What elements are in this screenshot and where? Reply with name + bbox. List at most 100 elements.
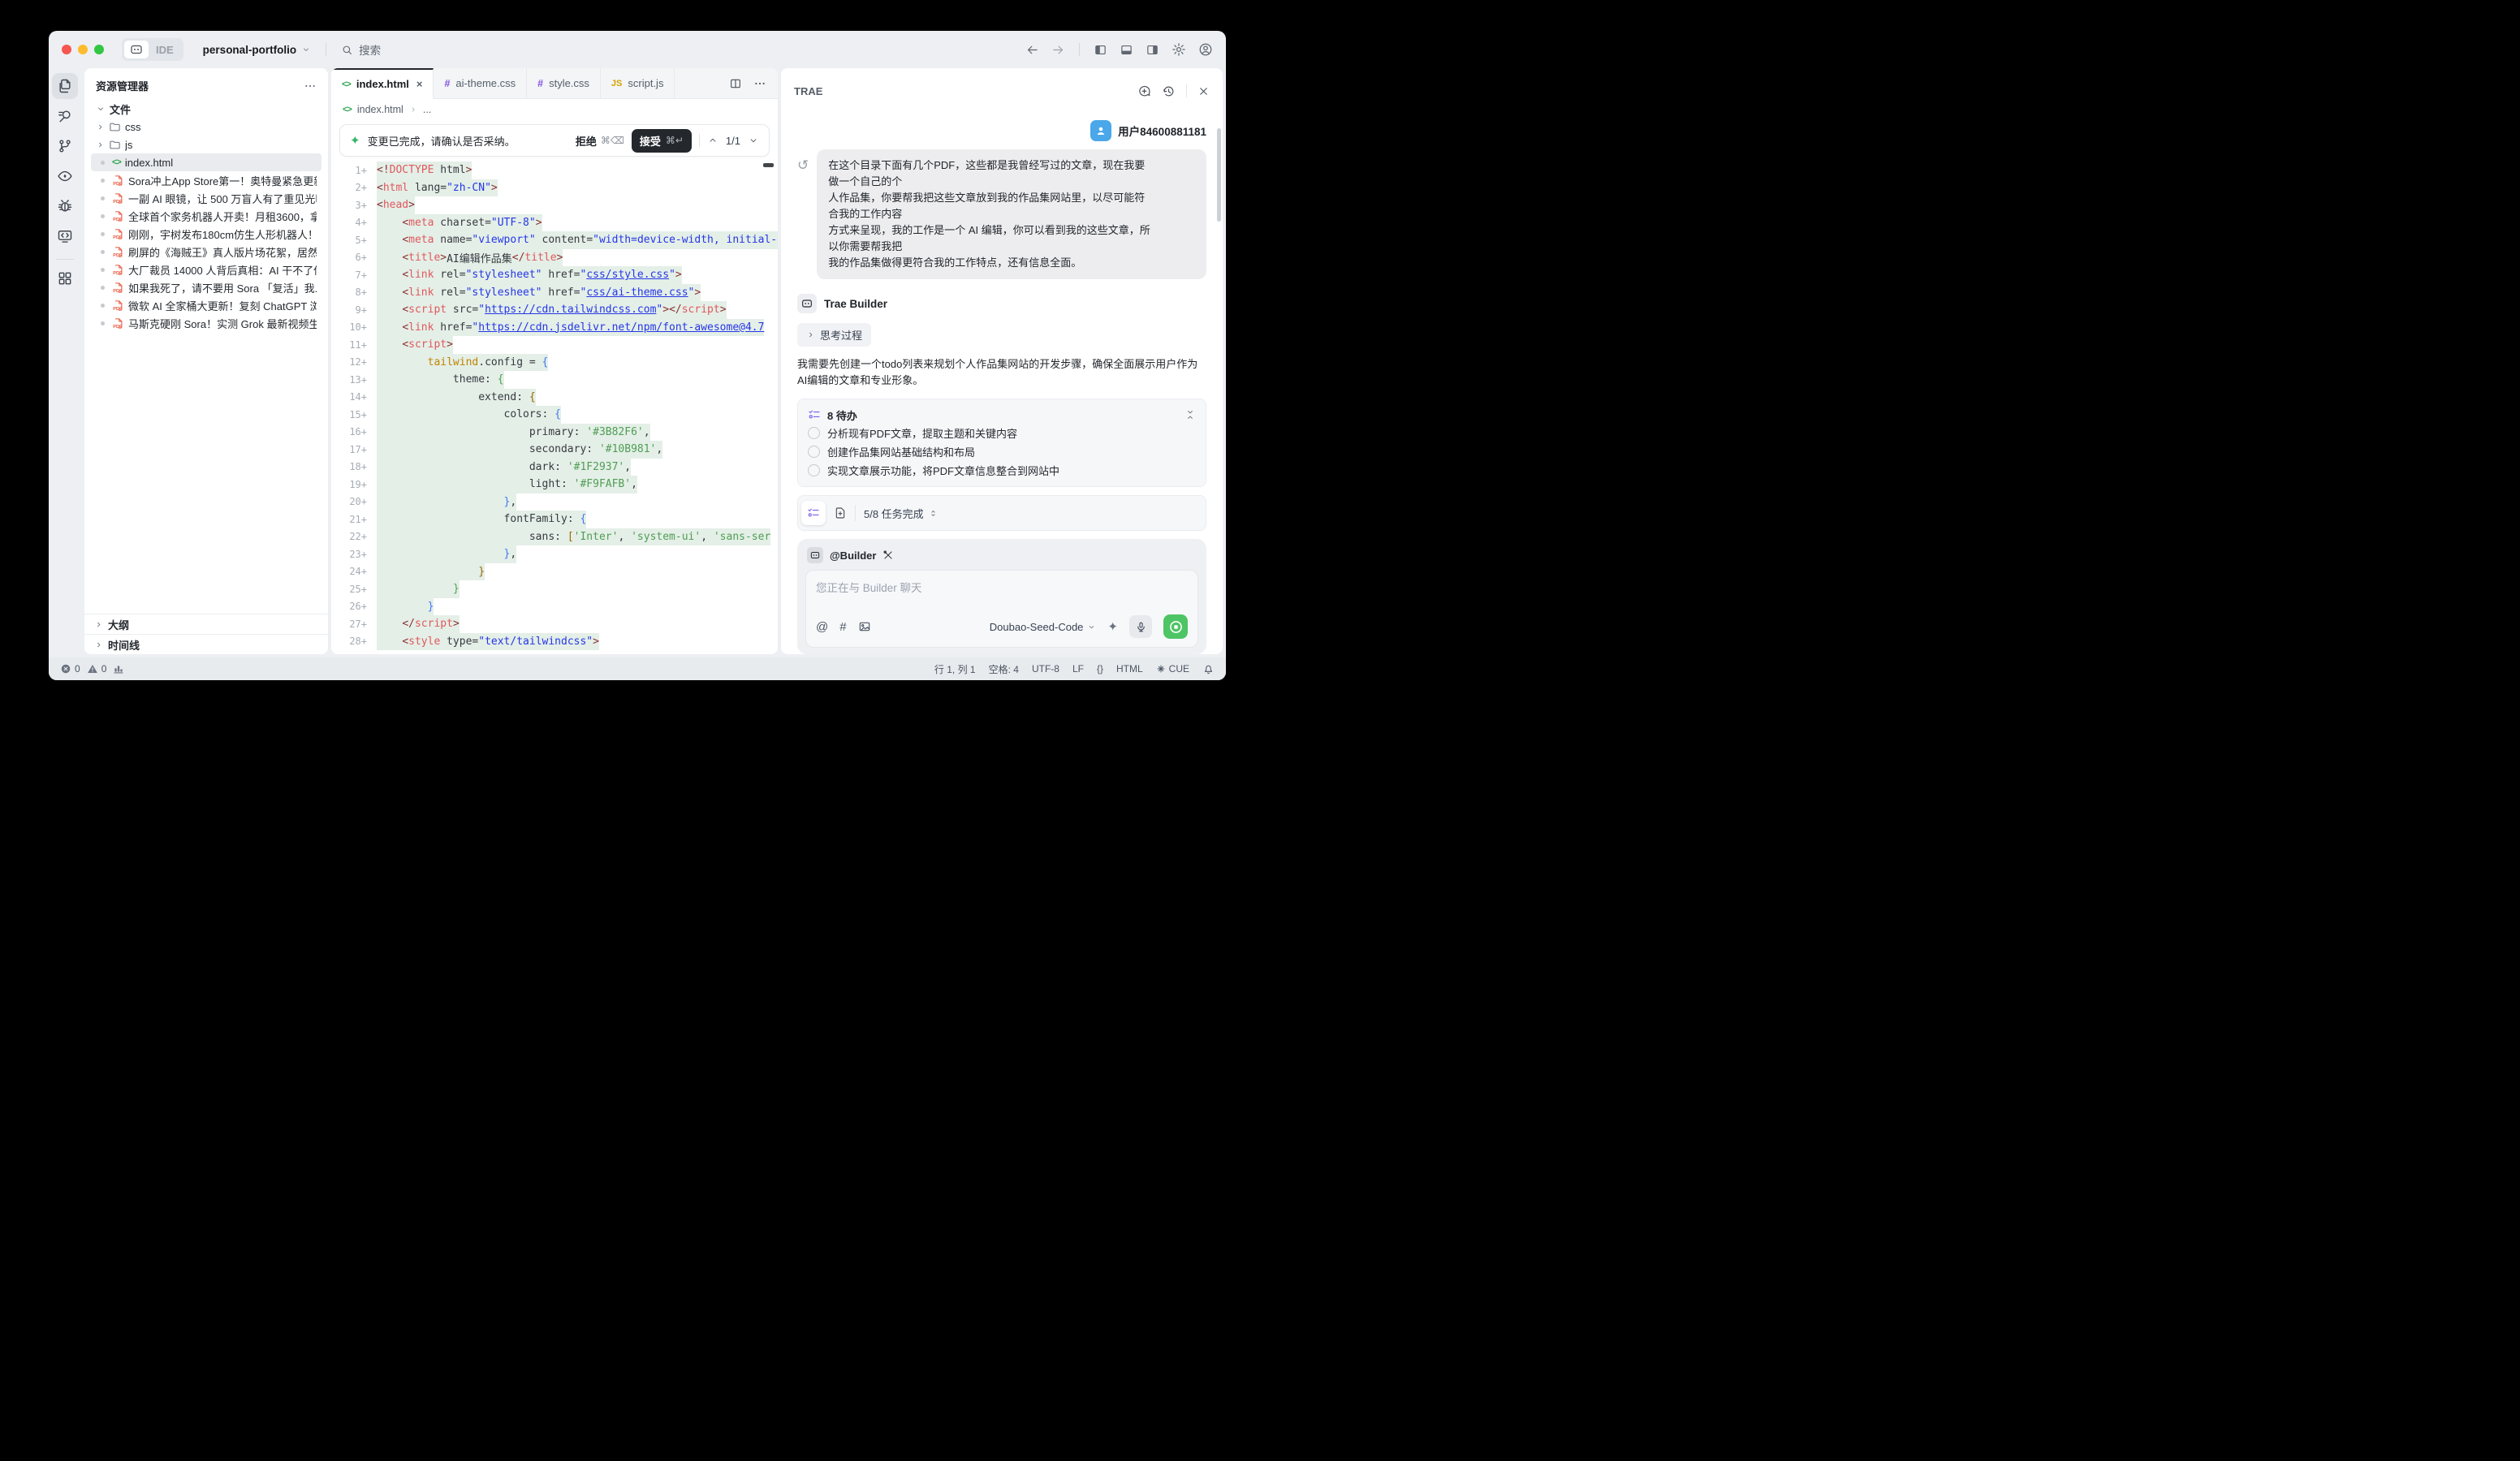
nav-forward-icon[interactable] [1051, 43, 1065, 57]
activitybar-source-control[interactable] [52, 133, 78, 159]
file-pdf[interactable]: 全球首个家务机器人开卖！月租3600，拿... [91, 207, 321, 225]
file-pdf[interactable]: 如果我死了，请不要用 Sora 「复活」我.pdf [91, 278, 321, 296]
encoding[interactable]: UTF-8 [1032, 663, 1059, 674]
global-search-button[interactable]: 搜索 [341, 41, 381, 58]
voice-input-button[interactable] [1129, 615, 1152, 638]
code-line[interactable]: 17+ secondary: '#10B981', [331, 441, 778, 459]
code-line[interactable]: 4+ <meta charset="UTF-8"> [331, 214, 778, 232]
code-line[interactable]: 5+ <meta name="viewport" content="width=… [331, 231, 778, 249]
stop-send-button[interactable] [1163, 614, 1188, 639]
code-line[interactable]: 1+<!DOCTYPE html> [331, 162, 778, 179]
code-line[interactable]: 22+ sans: ['Inter', 'system-ui', 'sans-s… [331, 528, 778, 546]
breadcrumb[interactable]: <> index.html ... [331, 99, 778, 120]
activitybar-search[interactable] [52, 103, 78, 129]
close-window-button[interactable] [62, 45, 71, 54]
indent-setting[interactable]: 空格: 4 [989, 662, 1019, 676]
document-icon[interactable] [834, 506, 847, 519]
notifications-bell-icon[interactable] [1202, 663, 1215, 675]
warnings-status[interactable]: 0 [87, 663, 107, 674]
code-line[interactable]: 24+ } [331, 563, 778, 581]
mention-icon[interactable]: @ [816, 620, 828, 634]
explorer-more-icon[interactable] [304, 80, 317, 93]
file-pdf[interactable]: Sora冲上App Store第一！奥特曼紧急更新... [91, 171, 321, 189]
code-line[interactable]: 20+ }, [331, 493, 778, 511]
activitybar-remote[interactable] [52, 223, 78, 249]
editor-more-icon[interactable] [753, 77, 766, 90]
tab-style-css[interactable]: # style.css [527, 68, 601, 98]
file-pdf[interactable]: 刚刚，宇树发布180cm仿生人形机器人！... [91, 225, 321, 243]
tab-ai-theme-css[interactable]: # ai-theme.css [434, 68, 527, 98]
code-line[interactable]: 27+ </script> [331, 615, 778, 633]
code-line[interactable]: 15+ colors: { [331, 406, 778, 424]
code-line[interactable]: 25+ } [331, 580, 778, 598]
outline-section[interactable]: 大纲 [84, 614, 328, 634]
agent-mention[interactable]: @Builder [830, 549, 876, 562]
code-line[interactable]: 12+ tailwind.config = { [331, 354, 778, 372]
folder-css[interactable]: css [91, 118, 321, 136]
project-switcher[interactable]: personal-portfolio [203, 44, 312, 56]
account-icon[interactable] [1198, 42, 1213, 57]
previous-change-icon[interactable] [707, 135, 718, 146]
files-section-header[interactable]: 文件 [91, 100, 321, 118]
timeline-section[interactable]: 时间线 [84, 634, 328, 654]
code-line[interactable]: 11+ <script> [331, 336, 778, 354]
chat-scrollbar-thumb[interactable] [1217, 128, 1221, 222]
toggle-right-panel-icon[interactable] [1146, 43, 1159, 57]
code-line[interactable]: 16+ primary: '#3B82F6', [331, 424, 778, 442]
tools-icon[interactable] [882, 549, 894, 561]
close-panel-icon[interactable] [1197, 85, 1210, 97]
code-line[interactable]: 7+ <link rel="stylesheet" href="css/styl… [331, 266, 778, 284]
todo-checkbox[interactable] [808, 464, 820, 476]
toggle-bottom-panel-icon[interactable] [1120, 43, 1133, 57]
split-editor-icon[interactable] [729, 77, 742, 90]
ide-mode-switch[interactable]: IDE [122, 38, 183, 61]
folder-js[interactable]: js [91, 136, 321, 153]
expand-tasks-icon[interactable] [928, 508, 939, 519]
code-editor[interactable]: 1+<!DOCTYPE html>2+<html lang="zh-CN">3+… [331, 160, 778, 654]
errors-status[interactable]: 0 [60, 663, 80, 674]
todo-item[interactable]: 创建作品集网站基础结构和布局 [808, 442, 1196, 461]
activitybar-extensions[interactable] [52, 265, 78, 291]
context-hash-icon[interactable]: # [839, 620, 846, 634]
code-line[interactable]: 8+ <link rel="stylesheet" href="css/ai-t… [331, 284, 778, 302]
activitybar-preview[interactable] [52, 163, 78, 189]
tab-index-html[interactable]: <> index.html × [331, 68, 434, 99]
code-line[interactable]: 26+ } [331, 598, 778, 616]
file-pdf[interactable]: 一副 AI 眼镜，让 500 万盲人有了重见光明... [91, 189, 321, 207]
zoom-window-button[interactable] [94, 45, 104, 54]
history-icon[interactable] [1162, 84, 1176, 98]
file-index-html[interactable]: <> index.html [91, 153, 321, 171]
restore-checkpoint-icon[interactable]: ↺ [797, 157, 809, 279]
todo-checkbox[interactable] [808, 427, 820, 439]
code-line[interactable]: 10+ <link href="https://cdn.jsdelivr.net… [331, 319, 778, 337]
code-line[interactable]: 6+ <title>AI编辑作品集</title> [331, 249, 778, 267]
stats-podium-icon[interactable] [113, 663, 124, 674]
todo-item[interactable]: 分析现有PDF文章，提取主题和关键内容 [808, 424, 1196, 442]
bracket-setting[interactable]: {} [1097, 663, 1103, 674]
model-selector[interactable]: Doubao-Seed-Code [990, 621, 1097, 633]
code-line[interactable]: 9+ <script src="https://cdn.tailwindcss.… [331, 301, 778, 319]
reject-changes-button[interactable]: 拒绝 ⌘⌫ [576, 133, 624, 149]
activitybar-explorer[interactable] [52, 73, 78, 99]
task-progress-bar[interactable]: 5/8 任务完成 [797, 495, 1206, 531]
editor-scrollbar-thumb[interactable] [763, 163, 774, 167]
toggle-left-panel-icon[interactable] [1094, 43, 1107, 57]
code-line[interactable]: 14+ extend: { [331, 389, 778, 407]
tab-script-js[interactable]: JS script.js [601, 68, 675, 98]
attach-image-icon[interactable] [858, 620, 871, 633]
code-line[interactable]: 19+ light: '#F9FAFB', [331, 476, 778, 493]
language-mode[interactable]: HTML [1116, 663, 1143, 674]
code-line[interactable]: 23+ }, [331, 545, 778, 563]
todo-item[interactable]: 实现文章展示功能，将PDF文章信息整合到网站中 [808, 461, 1196, 480]
settings-gear-icon[interactable] [1172, 42, 1186, 57]
accept-changes-button[interactable]: 接受 ⌘↵ [632, 129, 692, 153]
file-pdf[interactable]: 大厂裁员 14000 人背后真相：AI 干不了你... [91, 261, 321, 278]
minimize-window-button[interactable] [78, 45, 88, 54]
cue-toggle[interactable]: CUE [1156, 663, 1189, 674]
next-change-icon[interactable] [748, 135, 759, 146]
file-pdf[interactable]: 刷屏的《海贼王》真人版片场花絮，居然... [91, 243, 321, 261]
code-line[interactable]: 3+<head> [331, 196, 778, 214]
close-tab-icon[interactable]: × [416, 78, 423, 90]
code-line[interactable]: 13+ theme: { [331, 371, 778, 389]
file-pdf[interactable]: 马斯克硬刚 Sora！实测 Grok 最新视频生... [91, 314, 321, 332]
